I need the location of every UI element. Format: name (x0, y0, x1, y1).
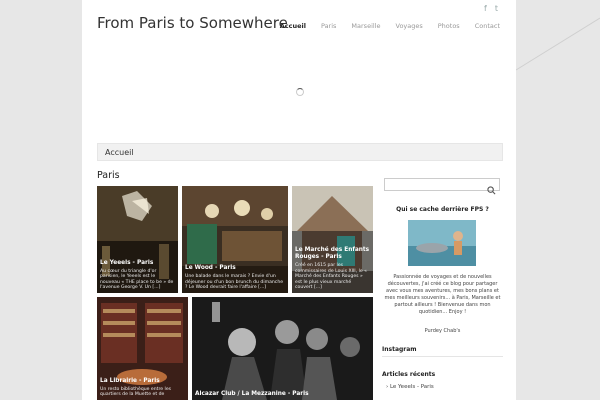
post-excerpt: Un resto bibliothèque entre les quartier… (100, 386, 172, 398)
facebook-icon[interactable]: f (484, 4, 487, 13)
author-photo (408, 220, 476, 266)
post-image (192, 297, 373, 400)
instagram-title: Instagram (382, 346, 417, 353)
post-excerpt: Au cœur du triangle d'or parisien, le Ye… (100, 268, 174, 291)
nav-item-photos[interactable]: Photos (438, 22, 460, 30)
post-card-librairie[interactable]: La Librairie - Paris Un resto bibliothèq… (97, 297, 188, 400)
recent-post-label: Le Yeeels - Paris (389, 384, 434, 390)
post-caption: La Librairie - Paris Un resto bibliothèq… (100, 378, 185, 398)
nav-item-voyages[interactable]: Voyages (396, 22, 423, 30)
post-excerpt: Une balade dans le marais ? Envie d'un d… (185, 274, 284, 291)
breadcrumb: Accueil (97, 143, 503, 161)
search-input[interactable] (384, 178, 500, 195)
author-signature: Purdey Chab's (424, 328, 461, 334)
twitter-icon[interactable]: t (495, 4, 498, 13)
site-title[interactable]: From Paris to Somewhere (97, 14, 288, 32)
loading-spinner-icon (296, 88, 304, 96)
about-text: Passionnée de voyages et de nouvelles dé… (384, 274, 501, 315)
post-card-alcazar[interactable]: Alcazar Club / La Mezzanine - Paris (192, 297, 373, 400)
recent-post-link[interactable]: › Le Yeeels - Paris (386, 384, 434, 390)
post-caption: Le Marché des Enfants Rouges - Paris Cré… (295, 247, 370, 291)
post-caption: Le Wood - Paris Une balade dans le marai… (185, 265, 285, 291)
post-title[interactable]: Alcazar Club / La Mezzanine - Paris (195, 391, 370, 398)
page-container: f t From Paris to Somewhere Accueil Pari… (82, 0, 516, 400)
post-caption: Alcazar Club / La Mezzanine - Paris (195, 391, 370, 398)
about-title: Qui se cache derrière FPS ? (396, 206, 489, 213)
section-title[interactable]: Paris (97, 170, 120, 181)
post-caption: Le Yeeels - Paris Au cœur du triangle d'… (100, 260, 175, 291)
social-links: f t (484, 4, 498, 13)
divider (382, 356, 503, 357)
post-title[interactable]: Le Yeeels - Paris (100, 260, 175, 267)
post-title[interactable]: Le Wood - Paris (185, 265, 285, 272)
post-card-marche-enfants-rouges[interactable]: Le Marché des Enfants Rouges - Paris Cré… (292, 186, 373, 293)
post-title[interactable]: Le Marché des Enfants Rouges - Paris (295, 247, 370, 261)
search-icon[interactable] (487, 180, 496, 199)
nav-item-contact[interactable]: Contact (475, 22, 500, 30)
main-nav: Accueil Paris Marseille Voyages Photos C… (265, 22, 500, 30)
post-excerpt: Créé en 1615 par les commissaires de Lou… (295, 263, 367, 291)
post-card-yeeels[interactable]: Le Yeeels - Paris Au cœur du triangle d'… (97, 186, 178, 293)
recent-posts-title: Articles récents (382, 371, 436, 378)
nav-item-marseille[interactable]: Marseille (351, 22, 380, 30)
nav-item-accueil[interactable]: Accueil (280, 22, 306, 30)
post-title[interactable]: La Librairie - Paris (100, 378, 185, 385)
post-card-wood[interactable]: Le Wood - Paris Une balade dans le marai… (182, 186, 288, 293)
nav-item-paris[interactable]: Paris (321, 22, 336, 30)
